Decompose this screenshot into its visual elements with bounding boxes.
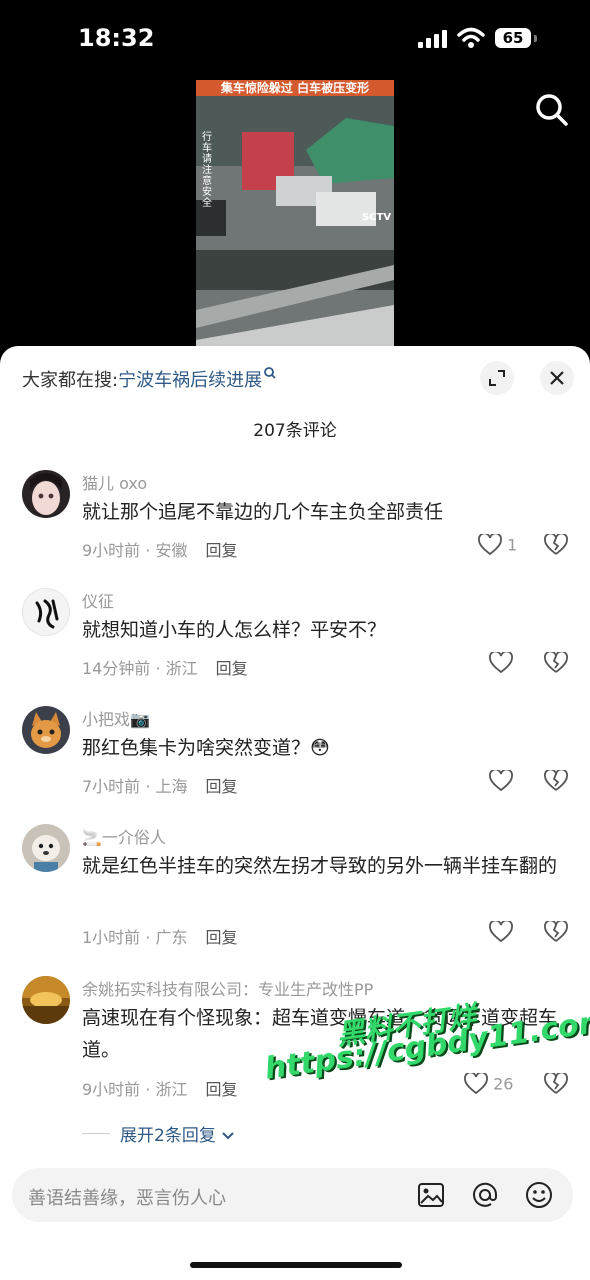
reply-button[interactable]: 回复 bbox=[205, 928, 237, 947]
comment-username[interactable]: 余姚拓实科技有限公司：专业生产改性PP bbox=[82, 976, 373, 1000]
avatar[interactable] bbox=[22, 588, 70, 636]
reply-button[interactable]: 回复 bbox=[205, 777, 237, 796]
expand-sheet-button[interactable] bbox=[480, 361, 514, 395]
search-small-icon bbox=[264, 367, 276, 379]
avatar[interactable] bbox=[22, 824, 70, 872]
dislike-button[interactable] bbox=[544, 534, 568, 556]
heart-icon bbox=[478, 534, 502, 556]
like-button[interactable]: 26 bbox=[464, 1073, 513, 1095]
status-bar: 18:32 65 bbox=[0, 0, 590, 80]
heart-icon bbox=[489, 652, 513, 674]
like-button[interactable] bbox=[489, 921, 513, 943]
hot-search-prefix: 大家都在搜: bbox=[22, 370, 119, 391]
comment-meta: 14分钟前 · 浙江 回复 bbox=[82, 655, 248, 679]
chevron-down-icon bbox=[222, 1132, 234, 1140]
comment-username[interactable]: 仪征 bbox=[82, 588, 114, 612]
comment-time-location: 7小时前 · 上海 bbox=[82, 777, 188, 796]
close-icon bbox=[550, 371, 564, 385]
close-button[interactable] bbox=[540, 361, 574, 395]
video-side-text: 行车请注意安全 bbox=[202, 132, 212, 209]
comment-count-title: 207条评论 bbox=[253, 421, 337, 441]
reply-button[interactable]: 回复 bbox=[216, 659, 248, 678]
comment-username[interactable]: 小把戏📷 bbox=[82, 706, 150, 730]
like-button[interactable]: 1 bbox=[478, 534, 517, 556]
hot-search-bar[interactable]: 大家都在搜:宁波车祸后续进展 bbox=[22, 366, 277, 392]
image-icon[interactable] bbox=[416, 1180, 446, 1210]
like-button[interactable] bbox=[489, 770, 513, 792]
wifi-icon bbox=[457, 27, 485, 48]
heart-icon bbox=[489, 770, 513, 792]
comment-username[interactable]: 🚬一介俗人 bbox=[82, 824, 166, 848]
battery-level: 65 bbox=[502, 29, 524, 47]
cellular-signal-icon bbox=[418, 30, 447, 48]
reply-button[interactable]: 回复 bbox=[205, 541, 237, 560]
like-button[interactable] bbox=[489, 652, 513, 674]
home-indicator bbox=[190, 1262, 402, 1268]
mention-icon[interactable] bbox=[470, 1180, 500, 1210]
broken-heart-icon bbox=[544, 921, 568, 942]
expand-replies-label: 展开2条回复 bbox=[120, 1126, 216, 1146]
comment-meta: 9小时前 · 安徽 回复 bbox=[82, 537, 237, 561]
comment-input-bar[interactable]: 善语结善缘，恶言伤人心 bbox=[12, 1168, 573, 1222]
video-caption: 集车惊险躲过 白车被压变形 bbox=[196, 80, 394, 96]
dislike-button[interactable] bbox=[544, 652, 568, 674]
dislike-button[interactable] bbox=[544, 770, 568, 792]
heart-icon bbox=[489, 921, 513, 943]
comment-text: 那红色集卡为啥突然变道？😳 bbox=[82, 737, 330, 759]
comment-meta: 7小时前 · 上海 回复 bbox=[82, 773, 237, 797]
comment-text: 就让那个追尾不靠边的几个车主负全部责任 bbox=[82, 501, 444, 523]
comment-text: 就想知道小车的人怎么样？平安不？ bbox=[82, 619, 387, 641]
comment-sheet: 大家都在搜:宁波车祸后续进展 207条评论 猫儿 oxo 就让那个追尾不靠边的几… bbox=[0, 346, 590, 1280]
comment-input-placeholder[interactable]: 善语结善缘，恶言伤人心 bbox=[28, 1184, 226, 1210]
broken-heart-icon bbox=[544, 770, 568, 791]
comment-username[interactable]: 猫儿 oxo bbox=[82, 470, 147, 494]
comment-time-location: 9小时前 · 浙江 bbox=[82, 1080, 188, 1099]
status-time: 18:32 bbox=[78, 24, 155, 52]
battery-tip bbox=[534, 35, 537, 42]
expand-icon bbox=[489, 370, 505, 386]
avatar[interactable] bbox=[22, 470, 70, 518]
comment-time-location: 14分钟前 · 浙江 bbox=[82, 659, 198, 678]
comment-time-location: 9小时前 · 安徽 bbox=[82, 541, 188, 560]
comment-meta: 9小时前 · 浙江 回复 bbox=[82, 1076, 237, 1100]
comment-text: 就是红色半挂车的突然左拐才导致的另外一辆半挂车翻的 bbox=[82, 855, 558, 877]
heart-icon bbox=[464, 1073, 488, 1095]
reply-button[interactable]: 回复 bbox=[205, 1080, 237, 1099]
broken-heart-icon bbox=[544, 534, 568, 555]
divider bbox=[82, 1133, 110, 1134]
dislike-button[interactable] bbox=[544, 921, 568, 943]
broken-heart-icon bbox=[544, 1073, 568, 1094]
hot-search-link[interactable]: 宁波车祸后续进展 bbox=[118, 370, 262, 391]
video-player[interactable]: 集车惊险躲过 白车被压变形 行车请注意安全 SCTV bbox=[196, 80, 394, 348]
emoji-icon[interactable] bbox=[524, 1180, 554, 1210]
like-count: 1 bbox=[507, 535, 518, 555]
like-count: 26 bbox=[493, 1074, 514, 1094]
avatar[interactable] bbox=[22, 706, 70, 754]
comment-meta: 1小时前 · 广东 回复 bbox=[82, 924, 237, 948]
comment-time-location: 1小时前 · 广东 bbox=[82, 928, 188, 947]
broken-heart-icon bbox=[544, 652, 568, 673]
battery-icon: 65 bbox=[495, 28, 531, 48]
avatar[interactable] bbox=[22, 976, 70, 1024]
search-icon[interactable] bbox=[532, 90, 572, 130]
expand-replies-button[interactable]: 展开2条回复 bbox=[120, 1121, 235, 1146]
video-channel-logo: SCTV bbox=[362, 212, 392, 223]
dislike-button[interactable] bbox=[544, 1073, 568, 1095]
